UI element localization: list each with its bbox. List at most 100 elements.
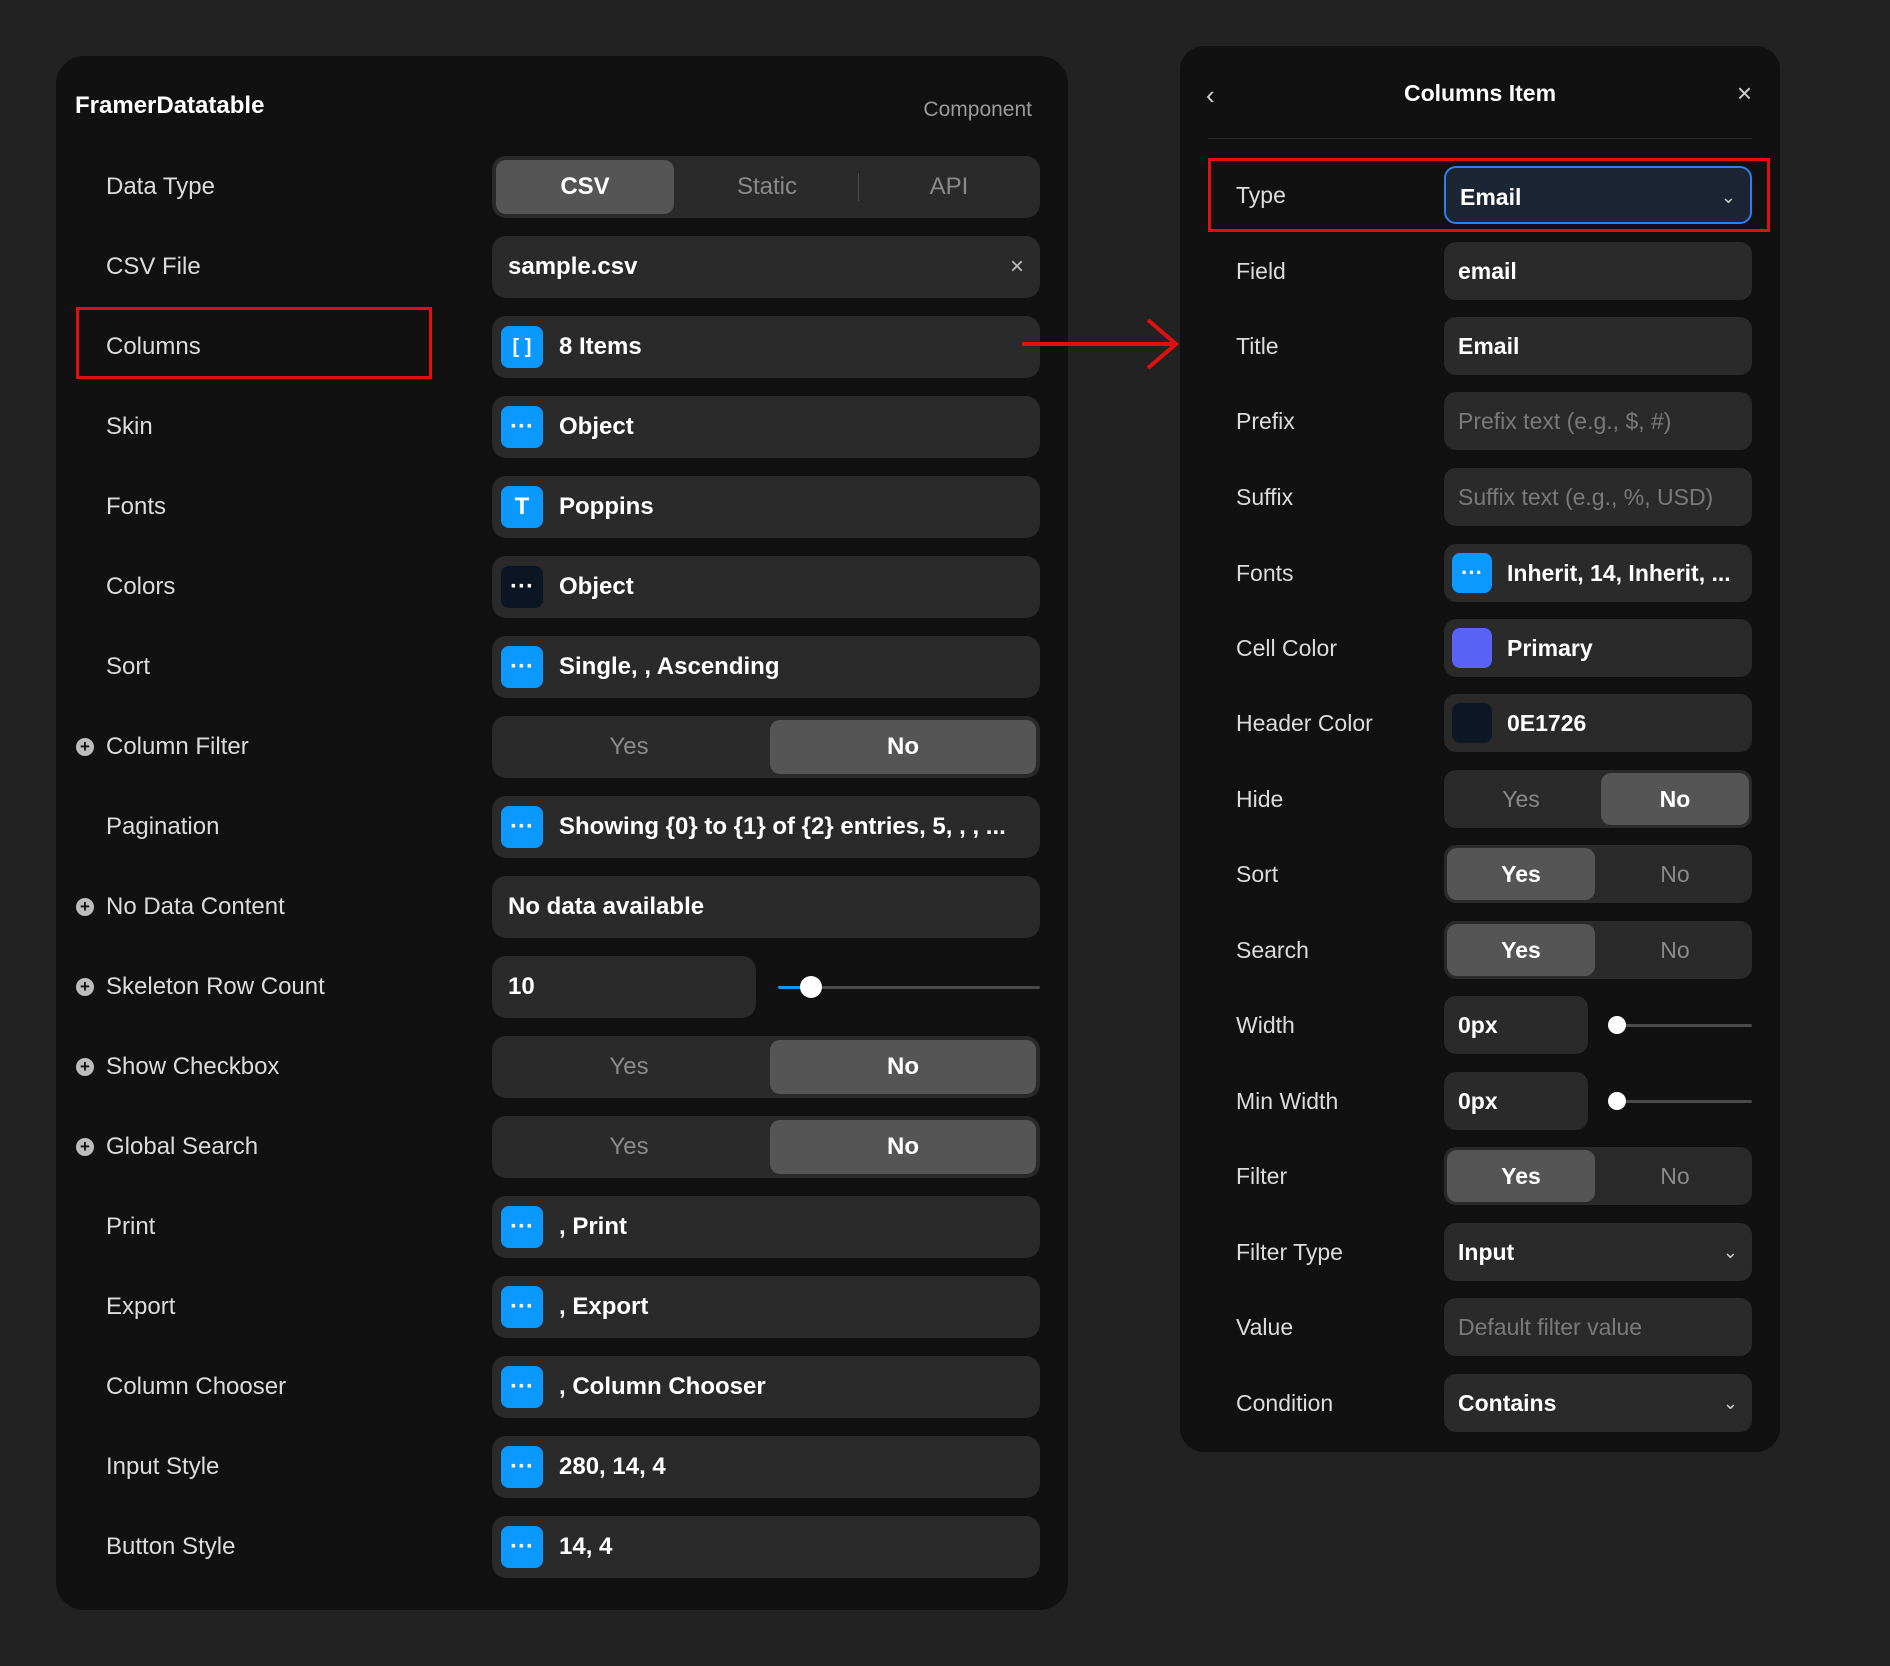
global-search-yes[interactable]: Yes <box>496 1120 762 1174</box>
cell-color-field[interactable]: Primary <box>1444 619 1752 677</box>
skeleton-slider-handle[interactable] <box>800 976 822 998</box>
default-filter-value-input[interactable]: Default filter value <box>1444 1298 1752 1356</box>
row-no-data-content: + No Data Content No data available <box>56 876 1068 938</box>
skin-field[interactable]: ··· Object <box>492 396 1040 458</box>
min-width-input[interactable]: 0px <box>1444 1072 1588 1130</box>
object-icon: ··· <box>501 1206 543 1248</box>
data-type-api-option[interactable]: API <box>860 160 1038 214</box>
csv-file-field[interactable]: sample.csv × <box>492 236 1040 298</box>
global-search-toggle: Yes No <box>492 1116 1040 1178</box>
chevron-down-icon: ⌄ <box>1722 1393 1738 1413</box>
button-style-value: 14, 4 <box>559 1533 613 1560</box>
csv-file-value: sample.csv <box>508 253 638 280</box>
column-filter-yes[interactable]: Yes <box>496 720 762 774</box>
search-no[interactable]: No <box>1601 924 1749 976</box>
prefix-placeholder: Prefix text (e.g., $, #) <box>1458 408 1672 434</box>
filter-no[interactable]: No <box>1601 1150 1749 1202</box>
colors-field[interactable]: ··· Object <box>492 556 1040 618</box>
show-checkbox-no[interactable]: No <box>770 1040 1036 1094</box>
search-label: Search <box>1236 937 1309 963</box>
input-style-value: 280, 14, 4 <box>559 1453 666 1480</box>
condition-value: Contains <box>1458 1390 1557 1416</box>
plus-icon[interactable]: + <box>76 978 94 996</box>
columns-highlight-box <box>76 307 432 379</box>
row-skeleton-row-count: + Skeleton Row Count 10 <box>56 956 1068 1018</box>
row-condition: Condition Contains ⌄ <box>1180 1374 1780 1432</box>
value-placeholder: Default filter value <box>1458 1314 1643 1340</box>
object-icon: ··· <box>501 1286 543 1328</box>
column-filter-label: Column Filter <box>106 733 249 760</box>
min-width-slider-handle[interactable] <box>1608 1092 1626 1110</box>
skin-label: Skin <box>106 413 153 440</box>
column-filter-no[interactable]: No <box>770 720 1036 774</box>
width-input[interactable]: 0px <box>1444 996 1588 1054</box>
data-type-csv-option[interactable]: CSV <box>496 160 674 214</box>
hide-label: Hide <box>1236 786 1284 812</box>
sort-label: Sort <box>106 653 151 680</box>
hide-no[interactable]: No <box>1601 773 1749 825</box>
data-type-static-option[interactable]: Static <box>678 160 856 214</box>
field-input[interactable]: email <box>1444 242 1752 300</box>
min-width-slider-track[interactable] <box>1610 1100 1752 1103</box>
fonts-field[interactable]: ··· Inherit, 14, Inherit, ... <box>1444 544 1752 602</box>
row-colors: Colors ··· Object <box>56 556 1068 618</box>
header-color-swatch <box>1452 703 1492 743</box>
title-input[interactable]: Email <box>1444 317 1752 375</box>
pagination-field[interactable]: ··· Showing {0} to {1} of {2} entries, 5… <box>492 796 1040 858</box>
chevron-down-icon: ⌄ <box>1722 1242 1738 1262</box>
clear-icon[interactable]: × <box>1010 236 1024 298</box>
fonts-field[interactable]: T Poppins <box>492 476 1040 538</box>
prefix-label: Prefix <box>1236 408 1295 434</box>
print-field[interactable]: ··· , Print <box>492 1196 1040 1258</box>
prefix-input[interactable]: Prefix text (e.g., $, #) <box>1444 392 1752 450</box>
colors-value: Object <box>559 573 634 600</box>
font-icon: T <box>501 486 543 528</box>
plus-icon[interactable]: + <box>76 1138 94 1156</box>
column-chooser-field[interactable]: ··· , Column Chooser <box>492 1356 1040 1418</box>
data-type-segmented: CSV Static API <box>492 156 1040 218</box>
row-fonts: Fonts T Poppins <box>56 476 1068 538</box>
condition-select[interactable]: Contains ⌄ <box>1444 1374 1752 1432</box>
global-search-label: Global Search <box>106 1133 259 1160</box>
search-yes[interactable]: Yes <box>1447 924 1595 976</box>
row-value: Value Default filter value <box>1180 1298 1780 1356</box>
field-value: email <box>1458 258 1517 284</box>
sort-no[interactable]: No <box>1601 848 1749 900</box>
sort-field[interactable]: ··· Single, , Ascending <box>492 636 1040 698</box>
hide-yes[interactable]: Yes <box>1447 773 1595 825</box>
filter-type-label: Filter Type <box>1236 1239 1343 1265</box>
fonts-label: Fonts <box>106 493 167 520</box>
skeleton-row-count-value: 10 <box>508 973 535 1000</box>
width-value: 0px <box>1458 1012 1498 1038</box>
plus-icon[interactable]: + <box>76 898 94 916</box>
export-field[interactable]: ··· , Export <box>492 1276 1040 1338</box>
row-prefix: Prefix Prefix text (e.g., $, #) <box>1180 392 1780 450</box>
skin-value: Object <box>559 413 634 440</box>
cell-color-label: Cell Color <box>1236 635 1337 661</box>
columns-field[interactable]: [ ] 8 Items <box>492 316 1040 378</box>
show-checkbox-yes[interactable]: Yes <box>496 1040 762 1094</box>
skeleton-row-count-input[interactable]: 10 <box>492 956 756 1018</box>
header-color-field[interactable]: 0E1726 <box>1444 694 1752 752</box>
global-search-no[interactable]: No <box>770 1120 1036 1174</box>
columns-value: 8 Items <box>559 333 642 360</box>
suffix-input[interactable]: Suffix text (e.g., %, USD) <box>1444 468 1752 526</box>
filter-yes[interactable]: Yes <box>1447 1150 1595 1202</box>
row-pagination: Pagination ··· Showing {0} to {1} of {2}… <box>56 796 1068 858</box>
object-icon: ··· <box>1452 553 1492 593</box>
cell-color-swatch <box>1452 628 1492 668</box>
no-data-content-input[interactable]: No data available <box>492 876 1040 938</box>
plus-icon[interactable]: + <box>76 1058 94 1076</box>
sort-yes[interactable]: Yes <box>1447 848 1595 900</box>
object-icon: ··· <box>501 1446 543 1488</box>
button-style-field[interactable]: ··· 14, 4 <box>492 1516 1040 1578</box>
plus-icon[interactable]: + <box>76 738 94 756</box>
close-icon[interactable]: × <box>1737 78 1752 109</box>
width-slider-track[interactable] <box>1610 1024 1752 1027</box>
row-suffix: Suffix Suffix text (e.g., %, USD) <box>1180 468 1780 526</box>
array-icon: [ ] <box>501 326 543 368</box>
input-style-field[interactable]: ··· 280, 14, 4 <box>492 1436 1040 1498</box>
width-slider-handle[interactable] <box>1608 1016 1626 1034</box>
row-csv-file: CSV File sample.csv × <box>56 236 1068 298</box>
filter-type-select[interactable]: Input ⌄ <box>1444 1223 1752 1281</box>
